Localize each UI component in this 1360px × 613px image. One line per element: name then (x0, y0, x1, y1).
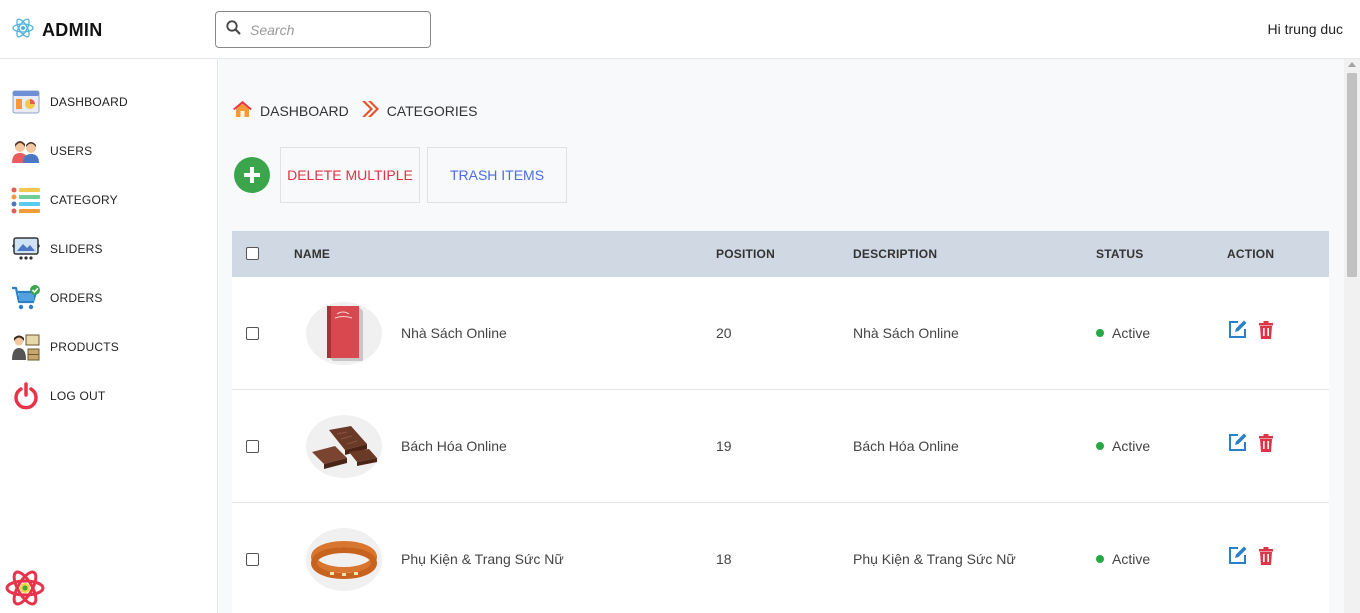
search-input[interactable] (250, 21, 410, 38)
brand[interactable]: ADMIN (12, 17, 103, 44)
dashboard-icon (11, 87, 41, 117)
category-position: 20 (716, 325, 732, 341)
toolbar: DELETE MULTIPLE TRASH ITEMS (234, 147, 567, 203)
status-label: Active (1112, 438, 1151, 454)
sidebar-item-dashboard[interactable]: DASHBOARD (11, 87, 128, 117)
breadcrumb-categories: CATEGORIES (386, 102, 478, 119)
user-greeting[interactable]: Hi trung duc (1268, 21, 1343, 37)
delete-icon[interactable] (1258, 320, 1274, 342)
status-label: Active (1112, 325, 1151, 341)
sidebar-item-category[interactable]: CATEGORY (11, 185, 118, 215)
orders-icon (11, 283, 41, 313)
search-box[interactable] (215, 11, 431, 48)
status-badge: Active (1096, 438, 1150, 454)
row-checkbox[interactable] (246, 553, 259, 566)
column-header-status[interactable]: STATUS (1096, 247, 1143, 261)
add-category-button[interactable] (234, 157, 270, 193)
vertical-scrollbar[interactable] (1344, 59, 1360, 613)
column-header-action: ACTION (1227, 247, 1275, 261)
category-description: Phụ Kiện & Trang Sức Nữ (853, 551, 1016, 567)
column-header-description[interactable]: DESCRIPTION (853, 247, 937, 261)
chevron-right-icon (361, 100, 380, 121)
delete-icon[interactable] (1258, 546, 1274, 568)
sidebar-item-label: USERS (50, 144, 93, 158)
sidebar-item-label: CATEGORY (50, 193, 118, 207)
users-icon (11, 136, 41, 166)
edit-icon[interactable] (1227, 432, 1248, 456)
category-icon (11, 185, 41, 215)
scrollbar-thumb[interactable] (1347, 73, 1357, 277)
status-badge: Active (1096, 551, 1150, 567)
row-actions (1227, 432, 1274, 456)
row-actions (1227, 319, 1274, 343)
row-checkbox[interactable] (246, 440, 259, 453)
sliders-icon (11, 234, 41, 264)
status-dot-icon (1096, 329, 1104, 337)
category-name: Bách Hóa Online (401, 438, 507, 454)
main-content: DASHBOARD CATEGORIES DELETE MULTIPLE TRA… (219, 59, 1344, 613)
row-checkbox[interactable] (246, 327, 259, 340)
sidebar-item-sliders[interactable]: SLIDERS (11, 234, 103, 264)
delete-multiple-button[interactable]: DELETE MULTIPLE (280, 147, 420, 203)
sidebar-item-label: LOG OUT (50, 389, 106, 403)
breadcrumb: DASHBOARD CATEGORIES (232, 100, 477, 121)
react-logo-icon (5, 568, 45, 613)
category-image-chocolate (306, 415, 382, 478)
edit-icon[interactable] (1227, 545, 1248, 569)
sidebar: DASHBOARD USERS CATEGORY SLIDERS ORDERS … (0, 59, 218, 613)
logout-icon (11, 381, 41, 411)
table-row[interactable]: Bách Hóa Online 19 Bách Hóa Online Activ… (232, 390, 1329, 503)
edit-icon[interactable] (1227, 319, 1248, 343)
status-label: Active (1112, 551, 1151, 567)
status-badge: Active (1096, 325, 1150, 341)
category-description: Nhà Sách Online (853, 325, 959, 341)
trash-items-button[interactable]: TRASH ITEMS (427, 147, 567, 203)
delete-icon[interactable] (1258, 433, 1274, 455)
sidebar-item-label: DASHBOARD (50, 95, 128, 109)
sidebar-item-users[interactable]: USERS (11, 136, 92, 166)
brand-title: ADMIN (42, 20, 103, 40)
sidebar-item-label: ORDERS (50, 291, 103, 305)
row-actions (1227, 545, 1274, 569)
category-name: Phụ Kiện & Trang Sức Nữ (401, 551, 564, 567)
home-icon[interactable] (232, 100, 253, 121)
category-name: Nhà Sách Online (401, 325, 507, 341)
status-dot-icon (1096, 555, 1104, 563)
top-header: ADMIN Hi trung duc (0, 0, 1360, 59)
search-icon (226, 19, 241, 40)
category-description: Bách Hóa Online (853, 438, 959, 454)
category-position: 18 (716, 551, 732, 567)
react-logo-icon (12, 17, 34, 44)
sidebar-item-logout[interactable]: LOG OUT (11, 381, 105, 411)
scroll-up-icon[interactable] (1348, 62, 1356, 67)
column-header-position[interactable]: POSITION (716, 247, 775, 261)
sidebar-item-products[interactable]: PRODUCTS (11, 332, 119, 362)
products-icon (11, 332, 41, 362)
table-header: NAME POSITION DESCRIPTION STATUS ACTION (232, 231, 1329, 277)
category-image-bracelet (306, 528, 382, 591)
sidebar-item-label: SLIDERS (50, 242, 103, 256)
category-position: 19 (716, 438, 732, 454)
category-image-book (306, 302, 382, 365)
table-row[interactable]: Phụ Kiện & Trang Sức Nữ 18 Phụ Kiện & Tr… (232, 503, 1329, 613)
column-header-name[interactable]: NAME (294, 247, 330, 261)
breadcrumb-dashboard[interactable]: DASHBOARD (260, 103, 349, 119)
table-row[interactable]: Nhà Sách Online 20 Nhà Sách Online Activ… (232, 277, 1329, 390)
sidebar-item-label: PRODUCTS (50, 340, 119, 354)
status-dot-icon (1096, 442, 1104, 450)
sidebar-item-orders[interactable]: ORDERS (11, 283, 103, 313)
select-all-checkbox[interactable] (246, 247, 259, 260)
categories-table: NAME POSITION DESCRIPTION STATUS ACTION … (232, 231, 1329, 613)
